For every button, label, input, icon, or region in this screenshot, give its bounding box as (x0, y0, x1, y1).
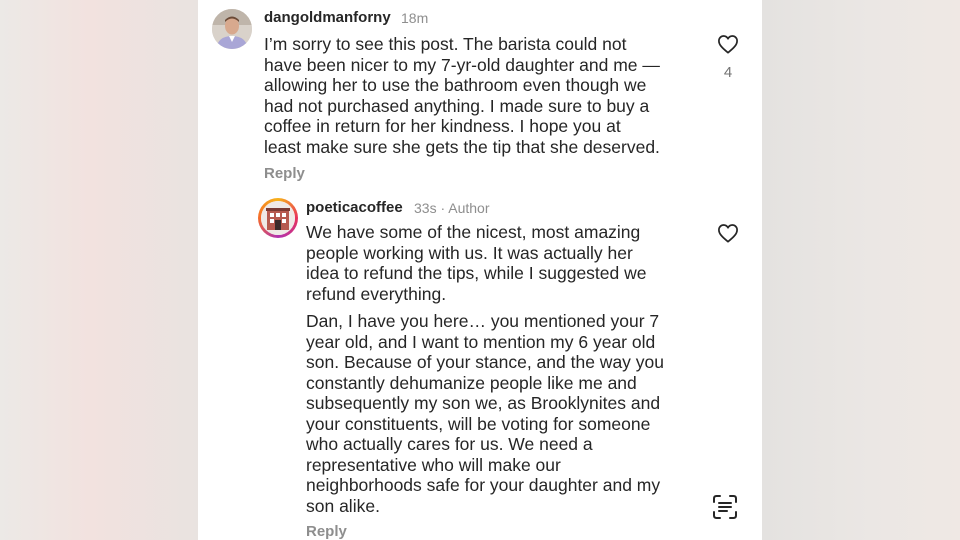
reply-meta: 33s · Author (414, 200, 490, 216)
comment-timestamp: 18m (401, 10, 429, 26)
reply-paragraph-1: We have some of the nicest, most amazing… (306, 222, 647, 304)
author-avatar-image (261, 201, 295, 235)
author-avatar[interactable] (258, 198, 298, 238)
comment-text: I’m sorry to see this post. The barista … (264, 34, 660, 157)
heart-outline-icon[interactable] (717, 223, 739, 243)
comment-username[interactable]: dangoldmanforny (264, 9, 391, 26)
profile-photo-icon (212, 9, 252, 49)
reply-button[interactable]: Reply (264, 165, 305, 182)
comments-panel: dangoldmanforny 18m I’m sorry to see thi… (198, 0, 762, 540)
heart-outline-icon[interactable] (717, 34, 739, 54)
reply-paragraph-2: Dan, I have you here… you mentioned your… (306, 311, 664, 516)
reply-button[interactable]: Reply (306, 523, 347, 540)
storefront-icon (261, 201, 295, 235)
blurred-background-left (0, 0, 198, 540)
blurred-background-right (762, 0, 960, 540)
like-count: 4 (723, 64, 733, 81)
avatar[interactable] (212, 9, 252, 49)
reply-username[interactable]: poeticacoffee (306, 199, 403, 216)
text-scan-icon[interactable] (712, 494, 738, 520)
